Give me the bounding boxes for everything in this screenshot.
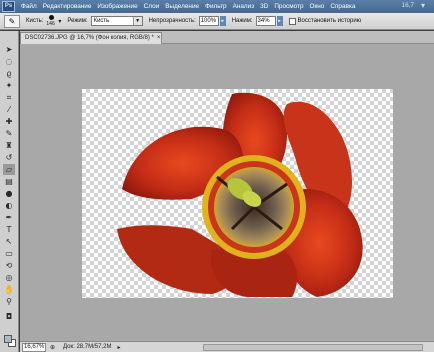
brush-size-value: 146 (46, 21, 55, 27)
eyedropper-icon[interactable]: ⁄ (3, 104, 15, 115)
pressure-slider-toggle[interactable]: ▸ (276, 16, 283, 26)
menu-layers[interactable]: Слои (141, 3, 163, 10)
clone-stamp-icon[interactable]: ♜ (3, 140, 15, 151)
options-bar: ✎ Кисть: 146 ▾ Режим: Кисть ▼ Непрозрачн… (0, 13, 434, 30)
hand-icon[interactable]: ✋ (3, 284, 15, 295)
menu-edit[interactable]: Редактирование (40, 3, 95, 10)
menu-filter[interactable]: Фильтр (202, 3, 229, 10)
chevron-right-icon[interactable]: ▸ (117, 344, 120, 351)
pressure-field[interactable]: 34% (255, 16, 276, 26)
chevron-down-icon: ▼ (132, 17, 142, 25)
brush-label: Кисть: (26, 18, 44, 24)
canvas-pasteboard[interactable] (20, 44, 434, 341)
menu-select[interactable]: Выделение (162, 3, 202, 10)
lasso-icon[interactable]: ϱ (3, 68, 15, 79)
mode-value: Кисть (93, 18, 110, 24)
tulip-photo (117, 92, 363, 297)
menu-image[interactable]: Изображение (94, 3, 140, 10)
menu-analysis[interactable]: Анализ (230, 3, 258, 10)
type-icon[interactable]: T (3, 224, 15, 235)
close-icon[interactable]: × (157, 35, 161, 41)
menu-view[interactable]: Просмотр (271, 3, 306, 10)
restore-history-checkbox[interactable] (288, 17, 296, 25)
brush-tip-icon (49, 15, 55, 20)
path-select-icon[interactable]: ↖ (3, 236, 15, 247)
eraser-preset-icon[interactable]: ✎ (4, 14, 20, 28)
quick-mask-icon[interactable]: ◘ (3, 311, 15, 322)
blur-icon[interactable]: ● (3, 188, 15, 199)
menu-window[interactable]: Окно (307, 3, 328, 10)
healing-icon[interactable]: ✚ (3, 116, 15, 127)
tool-panel: ➤ ◌ ϱ ✦ ⌗ ⁄ ✚ ✎ ♜ ↺ ▱ ▤ ● ◐ ✒ T ↖ ▭ ⟲ ◎ … (0, 31, 19, 352)
opacity-label: Непрозрачность: (148, 18, 196, 24)
menu-help[interactable]: Справка (327, 3, 358, 10)
pressure-label: Нажим: (231, 18, 253, 24)
document-canvas[interactable] (82, 89, 393, 298)
chevron-down-icon[interactable]: ▾ (58, 18, 61, 25)
horizontal-scrollbar[interactable] (203, 344, 423, 351)
document-title: DSC02736.JPG @ 16,7% (Фон копия, RGB/8) … (25, 35, 154, 41)
pen-icon[interactable]: ✒ (3, 212, 15, 223)
restore-history-label: Восстановить историю (297, 18, 362, 24)
quick-select-icon[interactable]: ✦ (3, 80, 15, 91)
document-tab-bar: DSC02736.JPG @ 16,7% (Фон копия, RGB/8) … (20, 31, 434, 44)
brush-picker[interactable]: 146 (46, 14, 56, 28)
eraser-icon[interactable]: ▱ (3, 164, 15, 175)
photoshop-logo: Ps (2, 1, 15, 12)
zoom-level-menu[interactable]: 16,7 (402, 2, 414, 9)
zoom-icon[interactable]: ⚲ (3, 296, 15, 307)
3d-orbit-icon[interactable]: ◎ (3, 272, 15, 283)
status-zoom-field[interactable]: 16,67% (22, 342, 46, 352)
dodge-icon[interactable]: ◐ (3, 200, 15, 211)
3d-rotate-icon[interactable]: ⟲ (3, 260, 15, 271)
menu-3d[interactable]: 3D (257, 3, 271, 10)
crop-icon[interactable]: ⌗ (3, 92, 15, 103)
menu-file[interactable]: Файл (18, 3, 40, 10)
mode-select[interactable]: Кисть ▼ (90, 16, 143, 26)
shape-icon[interactable]: ▭ (3, 248, 15, 259)
foreground-color-swatch[interactable] (4, 335, 12, 343)
status-bar: 16,67% ⊕ Док: 28,7M/57,2M ▸ (20, 341, 434, 352)
mode-label: Режим: (67, 18, 88, 24)
history-brush-icon[interactable]: ↺ (3, 152, 15, 163)
gradient-icon[interactable]: ▤ (3, 176, 15, 187)
opacity-field[interactable]: 100% (198, 16, 219, 26)
document-tab[interactable]: DSC02736.JPG @ 16,7% (Фон копия, RGB/8) … (20, 32, 162, 44)
status-info-icon[interactable]: ⊕ (50, 344, 55, 351)
status-doc-size: Док: 28,7M/57,2M (63, 344, 112, 350)
brush-icon[interactable]: ✎ (3, 128, 15, 139)
marquee-icon[interactable]: ◌ (3, 56, 15, 67)
chevron-down-icon[interactable]: ▾ (421, 1, 425, 10)
opacity-slider-toggle[interactable]: ▸ (219, 16, 226, 26)
move-icon[interactable]: ➤ (3, 44, 15, 55)
menu-bar: Ps Файл Редактирование Изображение Слои … (0, 0, 434, 13)
